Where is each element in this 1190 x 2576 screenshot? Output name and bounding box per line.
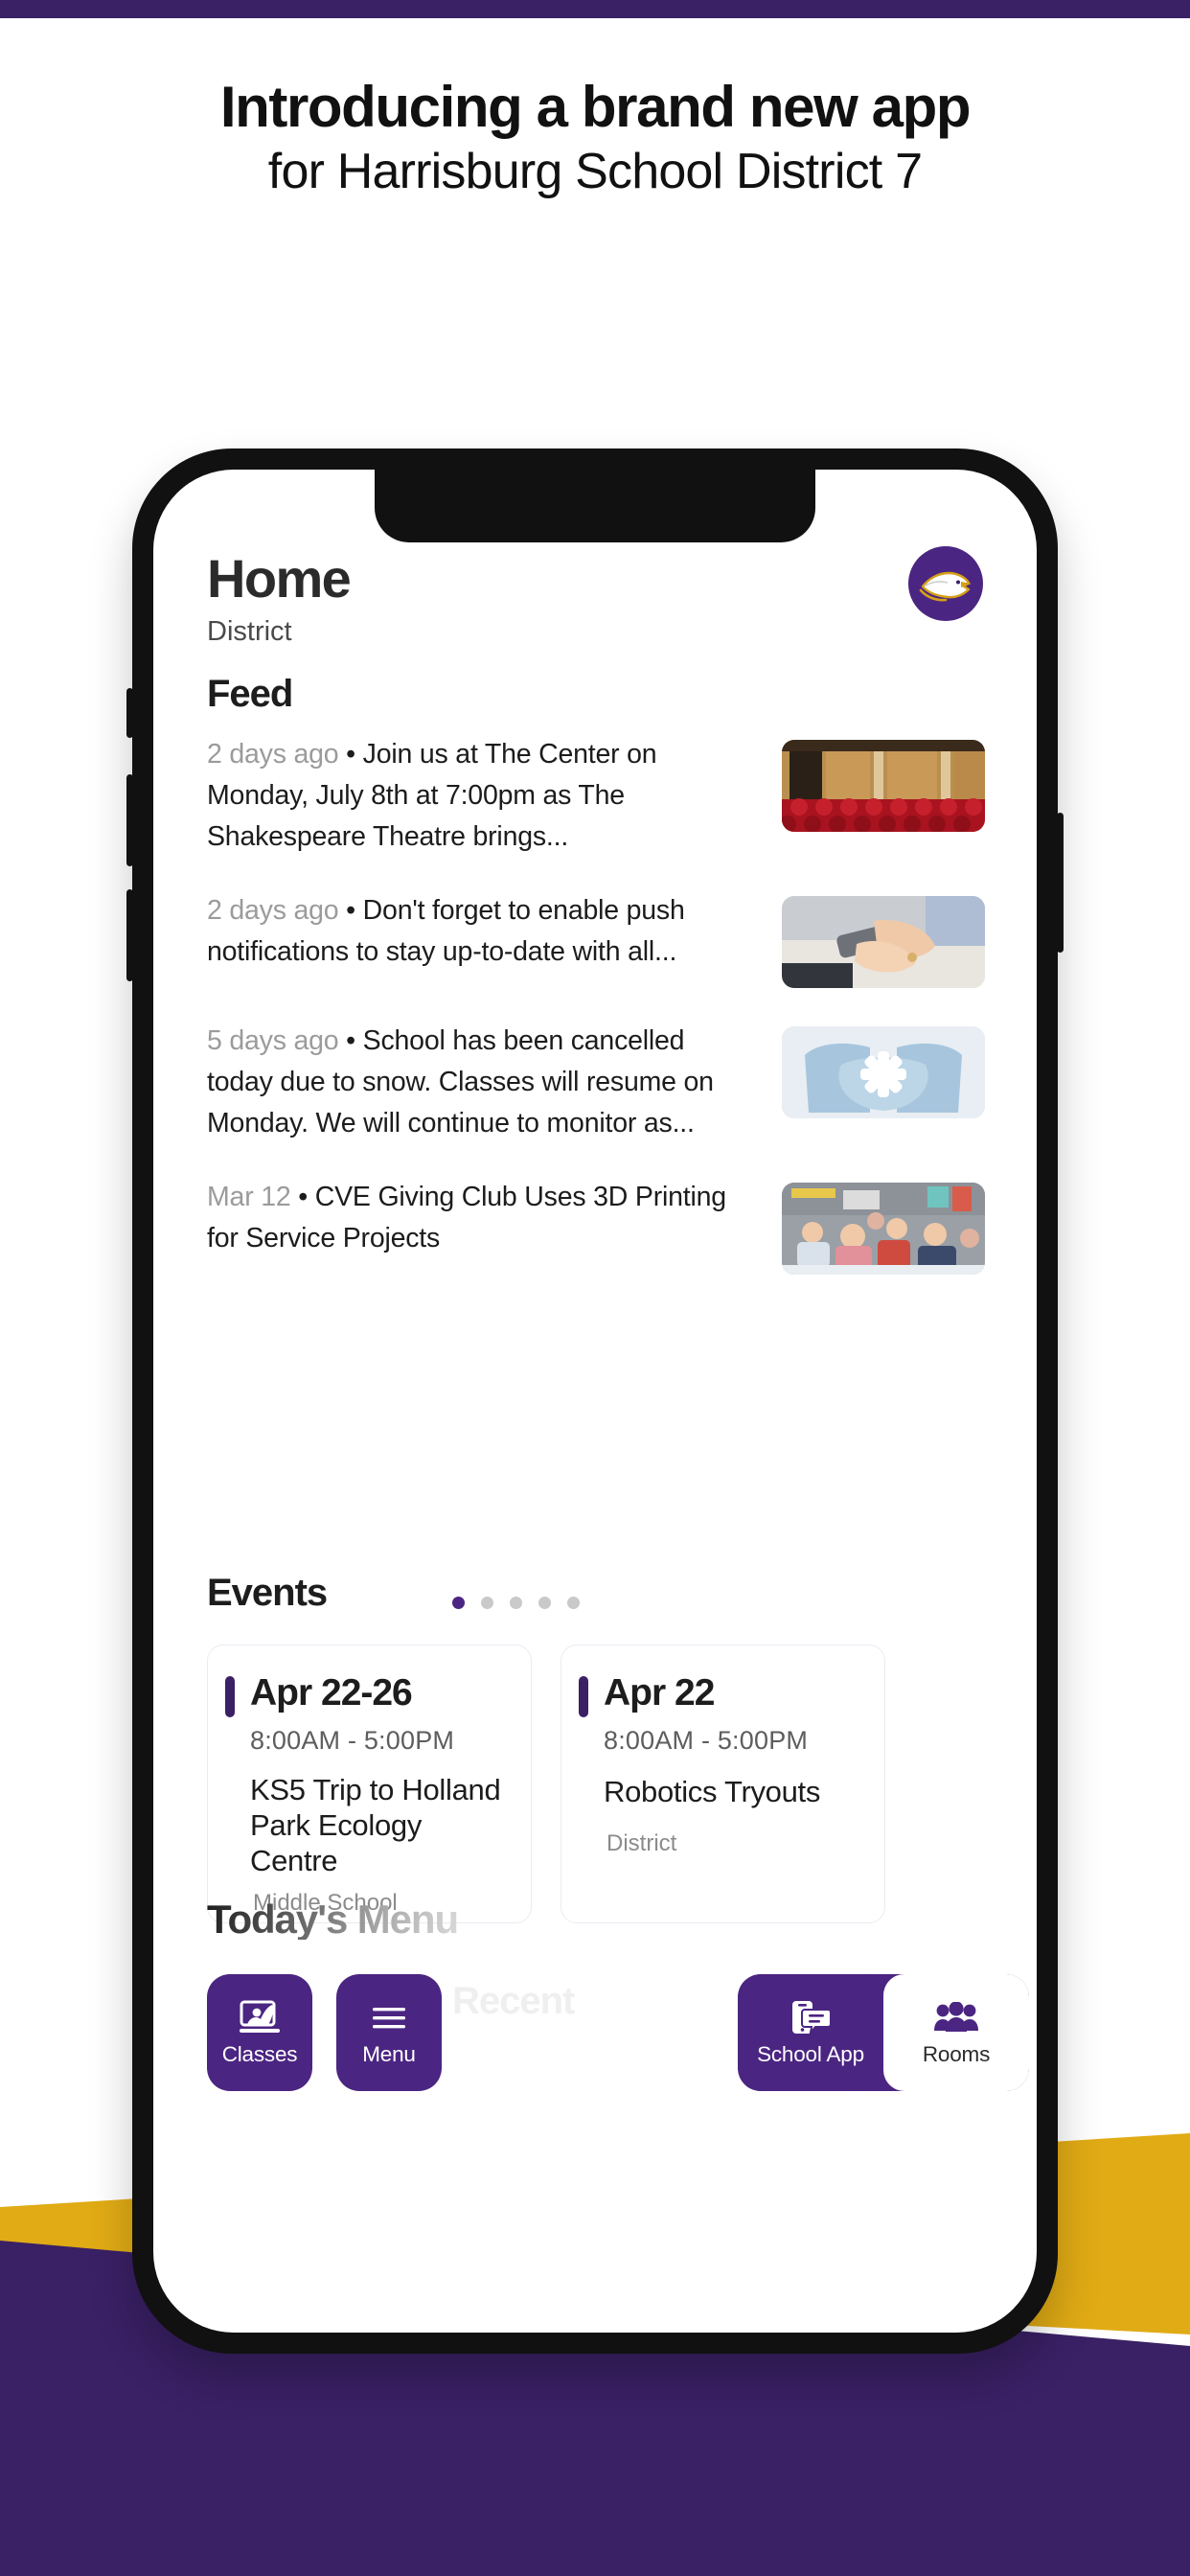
hamburger-menu-icon <box>366 1999 412 2037</box>
feed-item-thumbnail[interactable] <box>782 896 985 988</box>
list-item[interactable]: 5 days ago • School has been cancelled t… <box>207 1021 985 1144</box>
phone-power-button <box>1057 813 1064 953</box>
event-accent-bar <box>579 1676 588 1717</box>
feed-item-separator: • <box>298 1182 309 1212</box>
feed-item-text: Mar 12 • CVE Giving Club Uses 3D Printin… <box>207 1177 744 1259</box>
feed-list: 2 days ago • Join us at The Center on Mo… <box>207 734 985 1307</box>
phone-mute-switch <box>126 688 133 738</box>
event-time: 8:00AM - 5:00PM <box>604 1726 809 1755</box>
tab-menu-label: Menu <box>362 2042 416 2067</box>
tab-classes-label: Classes <box>221 2042 298 2067</box>
events-section-title: Events <box>207 1572 328 1614</box>
people-group-icon <box>933 1999 979 2037</box>
feed-item-time: 2 days ago <box>207 739 339 770</box>
presentation-person-icon <box>237 1999 283 2037</box>
feed-item-separator: • <box>346 895 355 926</box>
tab-classes[interactable]: Classes <box>207 1974 312 2091</box>
page-title: Home <box>207 548 352 609</box>
tab-menu[interactable]: Menu <box>336 1974 442 2091</box>
tab-school-app[interactable]: School App <box>738 1974 883 2091</box>
avatar[interactable] <box>908 546 983 621</box>
promo-headline: Introducing a brand new app for Harrisbu… <box>0 77 1190 199</box>
feed-item-separator: • <box>346 739 355 770</box>
feed-item-text: 5 days ago • School has been cancelled t… <box>207 1021 744 1144</box>
feed-item-text: 2 days ago • Don't forget to enable push… <box>207 890 744 973</box>
phone-notch <box>375 470 815 542</box>
headline-line-2: for Harrisburg School District 7 <box>267 143 923 199</box>
list-item[interactable]: Mar 12 • CVE Giving Club Uses 3D Printin… <box>207 1177 985 1275</box>
top-brand-bar <box>0 0 1190 18</box>
phone-volume-down-button <box>126 889 133 981</box>
app-header: Home District <box>207 552 983 646</box>
events-pager[interactable] <box>452 1597 580 1609</box>
school-app-home-screen: Home District Feed 2 days ago • Join us … <box>153 470 1037 2333</box>
page-subtitle: District <box>207 616 292 647</box>
event-card[interactable]: Apr 22-26 8:00AM - 5:00PM KS5 Trip to Ho… <box>207 1644 532 1923</box>
phone-chat-icon <box>788 1999 834 2037</box>
tab-rooms-label: Rooms <box>922 2042 991 2067</box>
feed-item-thumbnail[interactable] <box>782 1026 985 1118</box>
feed-item-text: 2 days ago • Join us at The Center on Mo… <box>207 734 744 858</box>
phone-mockup: Home District Feed 2 days ago • Join us … <box>126 448 1064 2354</box>
feed-item-separator: • <box>346 1025 355 1056</box>
tab-school-app-label: School App <box>757 2042 864 2067</box>
background-ghost-text: Recent <box>452 1980 575 2022</box>
event-name: Robotics Tryouts <box>604 1775 821 1808</box>
pager-dot-1[interactable] <box>452 1597 465 1609</box>
event-date: Apr 22 <box>604 1672 715 1714</box>
promo-page: Introducing a brand new app for Harrisbu… <box>0 0 1190 2576</box>
eagle-mascot-icon <box>919 571 972 602</box>
feed-item-time: 5 days ago <box>207 1025 339 1056</box>
phone-volume-up-button <box>126 774 133 866</box>
feed-item-time: Mar 12 <box>207 1182 291 1212</box>
pager-dot-3[interactable] <box>510 1597 522 1609</box>
event-accent-bar <box>225 1676 235 1717</box>
list-item[interactable]: 2 days ago • Join us at The Center on Mo… <box>207 734 985 858</box>
pager-dot-2[interactable] <box>481 1597 493 1609</box>
events-carousel[interactable]: Apr 22-26 8:00AM - 5:00PM KS5 Trip to Ho… <box>207 1644 885 1923</box>
feed-item-thumbnail[interactable] <box>782 1183 985 1275</box>
feed-item-thumbnail[interactable] <box>782 740 985 832</box>
feed-item-time: 2 days ago <box>207 895 339 926</box>
feed-section-title: Feed <box>207 673 293 715</box>
pager-dot-4[interactable] <box>538 1597 551 1609</box>
event-scope: District <box>606 1830 677 1856</box>
tabbar-left-group: Classes Menu <box>207 1974 442 2091</box>
tab-rooms[interactable]: Rooms <box>883 1974 1029 2091</box>
event-time: 8:00AM - 5:00PM <box>250 1726 455 1755</box>
event-card[interactable]: Apr 22 8:00AM - 5:00PM Robotics Tryouts … <box>561 1644 885 1923</box>
event-date: Apr 22-26 <box>250 1672 413 1714</box>
phone-screen: Home District Feed 2 days ago • Join us … <box>153 470 1037 2333</box>
tabbar-right-group: School App Rooms <box>738 1974 1029 2091</box>
headline-line-1: Introducing a brand new app <box>219 75 972 139</box>
todays-menu-title: Today's Menu <box>207 1897 459 1942</box>
event-name: KS5 Trip to Holland Park Ecology Centre <box>250 1773 501 1877</box>
list-item[interactable]: 2 days ago • Don't forget to enable push… <box>207 890 985 988</box>
pager-dot-5[interactable] <box>567 1597 580 1609</box>
